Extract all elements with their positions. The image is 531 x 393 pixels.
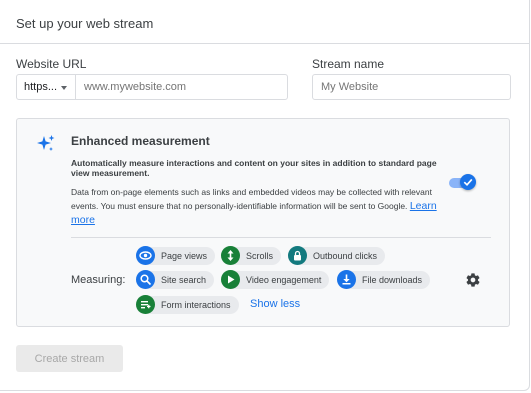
chip-page-views[interactable]: Page views (136, 246, 216, 265)
enhanced-measurement-title: Enhanced measurement (71, 134, 210, 148)
protocol-value: https... (24, 81, 58, 93)
form-icon (136, 295, 155, 314)
chip-video-engagement[interactable]: Video engagement (221, 270, 330, 289)
divider (71, 237, 491, 238)
show-less-link[interactable]: Show less (250, 298, 300, 310)
enhanced-measurement-description: Automatically measure interactions and c… (71, 158, 447, 178)
description-bold: Automatically measure interactions and c… (71, 158, 437, 178)
chip-label: Video engagement (246, 275, 322, 285)
card-header: Set up your web stream (0, 0, 530, 44)
protocol-select[interactable]: https... (16, 74, 76, 100)
chip-site-search[interactable]: Site search (136, 270, 215, 289)
enhanced-measurement-panel: Enhanced measurement Automatically measu… (16, 118, 510, 327)
chip-label: Scrolls (246, 251, 274, 261)
description-text: Data from on-page elements such as links… (71, 187, 432, 211)
website-url-label: Website URL (16, 57, 87, 71)
chip-form-interactions[interactable]: Form interactions (136, 295, 239, 314)
gear-icon[interactable] (465, 272, 481, 288)
scroll-icon (221, 246, 240, 265)
chevron-down-icon (61, 86, 67, 90)
download-icon (337, 270, 356, 289)
search-icon (136, 270, 155, 289)
lock-icon (288, 246, 307, 265)
chip-scrolls[interactable]: Scrolls (221, 246, 282, 265)
chip-label: Page views (161, 251, 208, 261)
chip-label: Outbound clicks (313, 251, 378, 261)
chip-label: Form interactions (161, 300, 231, 310)
eye-icon (136, 246, 155, 265)
play-icon (221, 270, 240, 289)
enhanced-measurement-details: Data from on-page elements such as links… (71, 185, 449, 227)
sparkle-icon (37, 135, 55, 151)
chip-outbound-clicks[interactable]: Outbound clicks (288, 246, 386, 265)
measuring-label: Measuring: (71, 274, 126, 286)
chip-label: Site search (161, 275, 207, 285)
web-stream-card: Set up your web stream Website URL https… (0, 0, 530, 391)
toggle-knob (460, 174, 476, 190)
create-stream-button[interactable]: Create stream (16, 345, 123, 372)
check-icon (463, 178, 473, 187)
stream-name-input[interactable] (312, 74, 511, 100)
card-title: Set up your web stream (16, 16, 154, 31)
chip-file-downloads[interactable]: File downloads (337, 270, 431, 289)
enhanced-measurement-toggle[interactable] (447, 174, 477, 190)
stream-name-label: Stream name (312, 57, 385, 71)
chip-label: File downloads (362, 275, 423, 285)
website-url-input[interactable] (75, 74, 288, 100)
